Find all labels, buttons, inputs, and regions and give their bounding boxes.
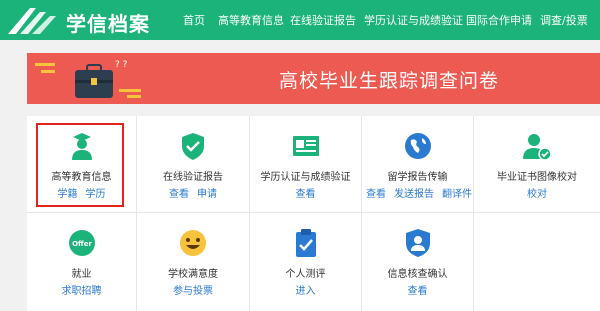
nav-home[interactable]: 首页 — [183, 12, 205, 28]
tile-label: 学历认证与成绩验证 — [260, 172, 351, 183]
certificate-icon — [292, 136, 319, 156]
link-degree[interactable]: 学历 — [86, 189, 106, 200]
tile-label: 个人测评 — [285, 269, 326, 280]
tile-online-verification[interactable]: 在线验证报告 查看 申请 — [137, 116, 249, 212]
link-student-status[interactable]: 学籍 — [58, 189, 78, 200]
tile-label: 留学报告传输 — [387, 172, 448, 183]
top-header: 学信档案 首页 高等教育信息 在线验证报告 学历认证与成绩验证 国际合作申请 调… — [0, 0, 600, 40]
nav-online-verification[interactable]: 在线验证报告 — [290, 12, 356, 28]
tile-higher-education[interactable]: 高等教育信息 学籍 学历 — [27, 116, 136, 212]
clipboard-check-icon — [295, 229, 316, 257]
tile-empty — [474, 213, 600, 311]
question-marks: ? ? — [115, 60, 128, 70]
user-check-icon — [523, 134, 552, 161]
survey-banner[interactable]: ? ? 高校毕业生跟踪调查问卷 — [27, 53, 600, 104]
shield-check-icon — [182, 133, 204, 160]
graduate-icon — [71, 133, 92, 160]
tile-certificate-image-check[interactable]: 毕业证书图像校对 校对 — [474, 116, 600, 212]
smiley-icon — [180, 230, 206, 256]
link-view[interactable]: 查看 — [296, 189, 316, 200]
banner-title: 高校毕业生跟踪调查问卷 — [279, 70, 500, 92]
nav-higher-education[interactable]: 高等教育信息 — [218, 12, 284, 28]
user-shield-icon — [405, 229, 430, 257]
link-view[interactable]: 查看 — [366, 189, 386, 200]
service-grid: 高等教育信息 学籍 学历 在线验证报告 查看 申请 学历认证与成绩验证 查看 留… — [27, 116, 600, 311]
tile-label: 毕业证书图像校对 — [497, 172, 577, 183]
tile-label: 高等教育信息 — [51, 172, 112, 183]
tile-school-satisfaction[interactable]: 学校满意度 参与投票 — [137, 213, 249, 311]
brand-title: 学信档案 — [66, 12, 150, 36]
briefcase-icon: ? ? — [35, 60, 141, 98]
link-proofread[interactable]: 校对 — [527, 189, 547, 200]
link-send-report[interactable]: 发送报告 — [394, 189, 434, 200]
link-apply[interactable]: 申请 — [197, 189, 217, 200]
globe-icon — [404, 133, 431, 159]
tile-label: 在线验证报告 — [163, 172, 223, 183]
offer-badge-text: Offer — [72, 240, 92, 248]
link-vote[interactable]: 参与投票 — [173, 286, 213, 297]
link-view[interactable]: 查看 — [169, 189, 189, 200]
nav-survey-vote[interactable]: 调查/投票 — [540, 12, 588, 28]
tile-employment[interactable]: Offer 就业 求职招聘 — [27, 213, 136, 311]
link-translation[interactable]: 翻译件 — [442, 189, 472, 200]
tile-label: 学校满意度 — [168, 269, 218, 280]
link-job-search[interactable]: 求职招聘 — [62, 286, 102, 297]
logo-icon — [8, 8, 56, 34]
tile-degree-certification[interactable]: 学历认证与成绩验证 查看 — [250, 116, 361, 212]
tile-label: 就业 — [71, 269, 92, 280]
link-view[interactable]: 查看 — [408, 286, 428, 297]
offer-icon: Offer — [68, 230, 95, 256]
nav-degree-certification[interactable]: 学历认证与成绩验证 — [364, 12, 463, 28]
tile-personal-assessment[interactable]: 个人测评 进入 — [250, 213, 361, 311]
link-enter[interactable]: 进入 — [296, 286, 316, 297]
tile-info-verification[interactable]: 信息核查确认 查看 — [362, 213, 473, 311]
tile-label: 信息核查确认 — [387, 269, 448, 280]
nav-international[interactable]: 国际合作申请 — [466, 12, 532, 28]
tile-study-abroad-report[interactable]: 留学报告传输 查看 发送报告 翻译件 — [362, 116, 473, 212]
